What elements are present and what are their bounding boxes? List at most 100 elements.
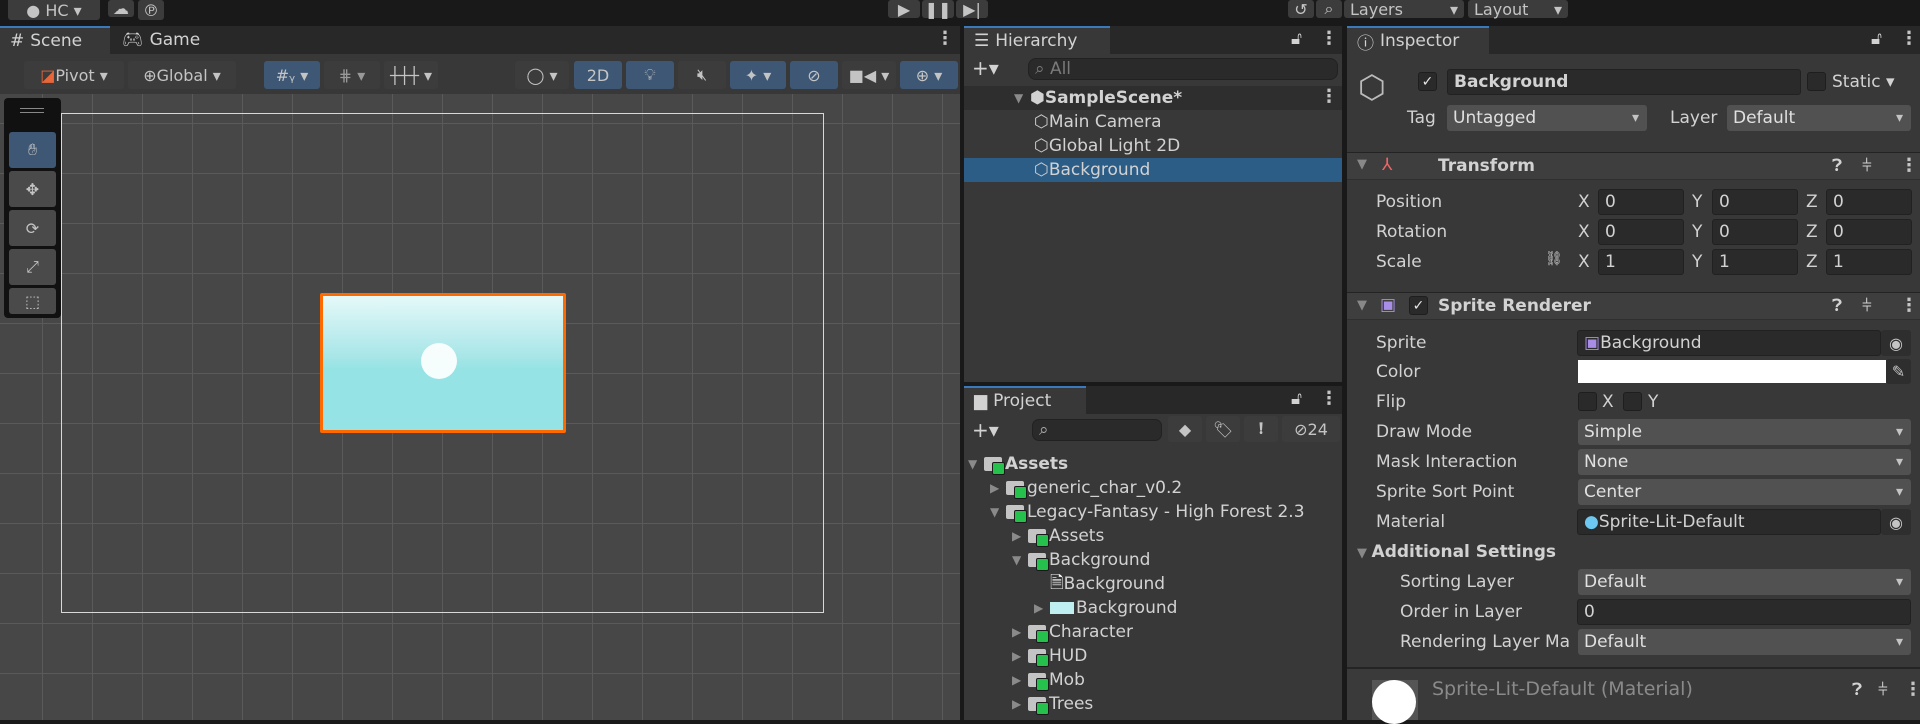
- cloud-button[interactable]: ☁: [108, 0, 134, 18]
- project-item[interactable]: ▶ Assets: [1012, 524, 1104, 548]
- effects-button[interactable]: ✦ ▾: [730, 61, 786, 89]
- foldout-arrow-icon[interactable]: ▶: [1012, 697, 1028, 711]
- sprite-field[interactable]: ▣ Background: [1577, 330, 1881, 356]
- more-icon[interactable]: ⋮: [936, 28, 954, 49]
- draw-mode-dropdown[interactable]: Simple: [1578, 419, 1911, 445]
- color-swatch[interactable]: [1578, 360, 1886, 383]
- hierarchy-item[interactable]: ⬡ Background: [964, 158, 1342, 182]
- scale-tool[interactable]: ⤢: [9, 249, 56, 285]
- rotation-z-input[interactable]: 0: [1826, 219, 1912, 245]
- project-search-input[interactable]: ⌕: [1032, 419, 1162, 441]
- layer-dropdown[interactable]: Default: [1727, 105, 1911, 131]
- scale-y-input[interactable]: 1: [1712, 249, 1798, 275]
- tab-scene[interactable]: # Scene: [0, 26, 110, 54]
- object-name-input[interactable]: Background: [1447, 69, 1801, 95]
- add-button[interactable]: +▾: [972, 418, 999, 442]
- foldout-arrow-icon[interactable]: ▶: [1034, 601, 1050, 615]
- eyedropper-button[interactable]: ✎: [1886, 359, 1911, 384]
- step-button[interactable]: ▶|: [956, 0, 988, 19]
- axis-z-label[interactable]: Z: [1806, 222, 1818, 242]
- increment-snap-button[interactable]: ┼┼┼ ▾: [384, 61, 438, 89]
- project-item[interactable]: ▶ Trees: [1012, 692, 1093, 716]
- foldout-arrow-icon[interactable]: ▶: [990, 481, 1006, 495]
- project-item[interactable]: ▶ HUD: [1012, 644, 1087, 668]
- axis-z-label[interactable]: Z: [1806, 192, 1818, 212]
- more-icon[interactable]: ⋮: [1320, 28, 1338, 49]
- more-icon[interactable]: ⋮: [1320, 388, 1338, 409]
- mask-interaction-dropdown[interactable]: None: [1578, 449, 1911, 475]
- camera-button[interactable]: ■◀ ▾: [842, 61, 896, 89]
- help-icon[interactable]: ❓︎: [1832, 296, 1842, 316]
- move-tool[interactable]: ✥: [9, 171, 56, 207]
- position-z-input[interactable]: 0: [1826, 189, 1912, 215]
- foldout-arrow-icon[interactable]: ▼: [1357, 157, 1367, 172]
- axis-x-label[interactable]: X: [1578, 222, 1590, 242]
- layers-dropdown[interactable]: Layers ▾: [1344, 0, 1464, 19]
- layout-dropdown[interactable]: Layout ▾: [1468, 0, 1568, 19]
- history-button[interactable]: ↺: [1288, 0, 1314, 19]
- project-item[interactable]: ▼ Background: [1012, 548, 1150, 572]
- hierarchy-search-input[interactable]: ⌕ All: [1028, 58, 1338, 80]
- project-item[interactable]: ▼ Legacy-Fantasy - High Forest 2.3: [990, 500, 1305, 524]
- pause-button[interactable]: ❚❚: [922, 0, 954, 19]
- sprite-picker-button[interactable]: ◉: [1881, 330, 1911, 356]
- more-icon[interactable]: ⋮: [1900, 295, 1918, 316]
- flip-y-checkbox[interactable]: [1623, 392, 1642, 411]
- more-icon[interactable]: ⋮: [1900, 28, 1918, 49]
- help-icon[interactable]: ❓︎: [1852, 680, 1862, 700]
- lock-icon[interactable]: 🔓︎: [1291, 389, 1302, 409]
- scene-item[interactable]: ▼ ⬢ SampleScene* ⋮: [964, 86, 1342, 110]
- lock-icon[interactable]: 🔓︎: [1871, 29, 1882, 49]
- rotation-x-input[interactable]: 0: [1598, 219, 1684, 245]
- position-x-input[interactable]: 0: [1598, 189, 1684, 215]
- sprite-renderer-enabled-checkbox[interactable]: ✓: [1409, 296, 1428, 315]
- visibility-toggle[interactable]: ⊘: [790, 61, 838, 89]
- foldout-arrow-icon[interactable]: ▶: [1012, 673, 1028, 687]
- foldout-arrow-icon[interactable]: ▼: [1012, 553, 1028, 567]
- filter-label-button[interactable]: 🏷︎: [1206, 416, 1240, 442]
- hand-tool[interactable]: ✋︎: [9, 132, 56, 168]
- project-item[interactable]: 🗎︎ Background: [1034, 572, 1165, 596]
- help-icon[interactable]: ❓︎: [1832, 156, 1842, 176]
- hierarchy-item[interactable]: ⬡ Main Camera: [964, 110, 1342, 134]
- project-item[interactable]: ▶ Mob: [1012, 668, 1085, 692]
- add-button[interactable]: +▾: [972, 56, 999, 80]
- hierarchy-item[interactable]: ⬡ Global Light 2D: [964, 134, 1342, 158]
- additional-settings-foldout[interactable]: ▼ Additional Settings: [1357, 542, 1556, 562]
- axis-x-label[interactable]: X: [1578, 192, 1590, 212]
- project-item[interactable]: ▼ Assets: [968, 452, 1068, 476]
- tab-project[interactable]: ▆ Project: [964, 386, 1086, 414]
- project-item[interactable]: ▶ Background: [1034, 596, 1177, 620]
- rotation-y-input[interactable]: 0: [1712, 219, 1798, 245]
- drag-handle-icon[interactable]: [20, 108, 44, 113]
- pivot-dropdown[interactable]: ◪ Pivot ▾: [24, 61, 124, 89]
- material-field[interactable]: ● Sprite-Lit-Default: [1577, 509, 1881, 535]
- audio-toggle[interactable]: 🔇︎: [678, 61, 726, 89]
- active-checkbox[interactable]: ✓: [1418, 72, 1437, 91]
- material-picker-button[interactable]: ◉: [1881, 509, 1911, 535]
- constrain-proportions-icon[interactable]: ⛓︎: [1545, 251, 1563, 267]
- tab-inspector[interactable]: ⓘ Inspector: [1347, 26, 1489, 54]
- foldout-arrow-icon[interactable]: ▼: [990, 505, 1006, 519]
- rotate-tool[interactable]: ⟳: [9, 210, 56, 246]
- axis-y-label[interactable]: Y: [1692, 192, 1702, 212]
- sprite-sort-point-dropdown[interactable]: Center: [1578, 479, 1911, 505]
- filter-type-button[interactable]: ◆: [1168, 416, 1202, 442]
- lighting-toggle[interactable]: 💡︎: [626, 61, 674, 89]
- presets-icon[interactable]: ⫩: [1878, 680, 1888, 700]
- foldout-arrow-icon[interactable]: ▶: [1012, 529, 1028, 543]
- rendering-layer-dropdown[interactable]: Default: [1578, 629, 1911, 655]
- project-item[interactable]: ▶ Character: [1012, 620, 1133, 644]
- filter-errors-button[interactable]: ❗︎: [1244, 416, 1278, 442]
- scale-z-input[interactable]: 1: [1826, 249, 1912, 275]
- play-button[interactable]: ▶: [888, 0, 920, 19]
- scale-x-input[interactable]: 1: [1598, 249, 1684, 275]
- draw-mode-button[interactable]: ◯ ▾: [515, 61, 569, 89]
- foldout-arrow-icon[interactable]: ▼: [968, 457, 984, 471]
- tab-game[interactable]: 🎮︎ Game: [112, 26, 210, 54]
- foldout-arrow-icon[interactable]: ▼: [1014, 91, 1030, 105]
- axis-x-label[interactable]: X: [1578, 252, 1590, 272]
- foldout-arrow-icon[interactable]: ▶: [1012, 625, 1028, 639]
- tab-hierarchy[interactable]: ☰ Hierarchy: [964, 26, 1110, 54]
- flip-x-checkbox[interactable]: [1578, 392, 1597, 411]
